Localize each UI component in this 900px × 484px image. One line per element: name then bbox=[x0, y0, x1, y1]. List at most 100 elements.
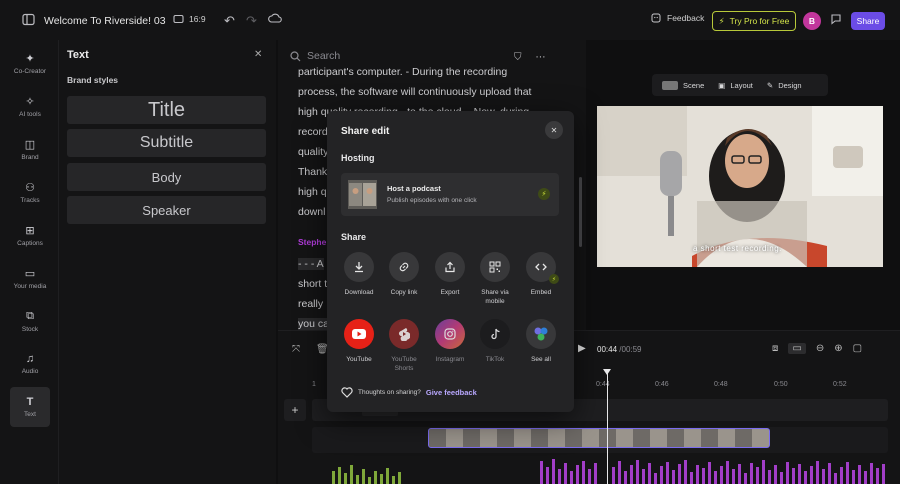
rail-item-captions[interactable]: ⊞ Captions bbox=[10, 215, 50, 255]
tab-design[interactable]: ✎ Design bbox=[767, 81, 802, 90]
rail-item-co-creator[interactable]: ✦ Co-Creator bbox=[10, 43, 50, 83]
undo-icon[interactable]: ↶ bbox=[224, 13, 235, 29]
zoom-out-icon[interactable]: ⊖ bbox=[816, 343, 824, 354]
share-tiktok[interactable]: TikTok bbox=[472, 319, 518, 364]
share-copy-link[interactable]: Copy link bbox=[381, 252, 427, 297]
avatar[interactable]: B bbox=[803, 12, 821, 30]
transcript-line[interactable]: downl bbox=[298, 206, 325, 218]
transcript-line[interactable]: you ca bbox=[298, 318, 329, 330]
style-subtitle-button[interactable]: Subtitle bbox=[67, 129, 266, 157]
ruler-tick: 0:50 bbox=[774, 381, 788, 388]
transcript-line[interactable]: really bbox=[298, 298, 323, 310]
tab-label: Layout bbox=[730, 80, 753, 90]
see-all-icon bbox=[526, 319, 556, 349]
close-icon[interactable]: ✕ bbox=[545, 121, 563, 139]
transcript-line[interactable]: short t bbox=[298, 278, 327, 290]
caption-overlay: a short test recording. bbox=[693, 244, 782, 253]
play-icon[interactable]: ▶ bbox=[578, 343, 586, 354]
search-input[interactable]: Search bbox=[290, 50, 340, 62]
footer-text: Thoughts on sharing? bbox=[358, 389, 421, 396]
playhead[interactable] bbox=[607, 372, 608, 484]
feedback-icon bbox=[651, 13, 661, 23]
palette-icon: ◫ bbox=[24, 138, 36, 151]
close-icon[interactable]: ✕ bbox=[254, 49, 262, 60]
style-title-button[interactable]: Title bbox=[67, 96, 266, 124]
rail-label: Brand bbox=[21, 153, 39, 161]
rail-item-your-media[interactable]: ▭ Your media bbox=[10, 258, 50, 298]
split-icon[interactable]: ⤧ bbox=[292, 344, 300, 355]
rail-label: Tracks bbox=[20, 196, 40, 204]
layout-icon: ▣ bbox=[718, 80, 726, 90]
share-heading: Share bbox=[341, 232, 367, 242]
more-icon[interactable]: ⋯ bbox=[536, 52, 546, 63]
add-track-button[interactable]: + bbox=[284, 399, 306, 421]
rail-item-tracks[interactable]: ⚇ Tracks bbox=[10, 172, 50, 212]
instagram-icon bbox=[435, 319, 465, 349]
comments-icon[interactable] bbox=[830, 13, 842, 25]
people-icon: ⚇ bbox=[25, 181, 35, 194]
rail-item-stock[interactable]: ⧉ Stock bbox=[10, 301, 50, 341]
timecode: 00:44 /00:59 bbox=[597, 345, 642, 354]
tab-label: Design bbox=[778, 80, 802, 90]
share-embed[interactable]: ⚡ Embed bbox=[518, 252, 564, 297]
download-icon bbox=[344, 252, 374, 282]
video-preview[interactable]: a short test recording. bbox=[597, 106, 883, 267]
share-instagram[interactable]: Instagram bbox=[427, 319, 473, 364]
export-icon bbox=[435, 252, 465, 282]
sidebar-toggle-icon[interactable] bbox=[22, 13, 35, 26]
transcript-line[interactable]: Thank bbox=[298, 166, 327, 178]
ruler-tick: 0:46 bbox=[655, 381, 669, 388]
share-label: Embed bbox=[530, 289, 552, 296]
host-subtitle: Publish episodes with one click bbox=[387, 197, 477, 204]
share-button[interactable]: Share bbox=[851, 12, 885, 30]
layers-icon[interactable]: ⧈ bbox=[772, 343, 778, 354]
rail-item-ai-tools[interactable]: ✧ AI tools bbox=[10, 86, 50, 126]
transcript-line[interactable]: quality bbox=[298, 146, 328, 158]
rail-item-audio[interactable]: ♫ Audio bbox=[10, 344, 50, 384]
modal-title: Share edit bbox=[341, 126, 390, 137]
share-youtube[interactable]: YouTube bbox=[336, 319, 382, 364]
aspect-ratio-label: 16:9 bbox=[189, 14, 206, 24]
share-modal: Share edit ✕ Hosting Host a podcast Publ… bbox=[327, 111, 574, 412]
feedback-button[interactable]: Feedback bbox=[651, 13, 704, 23]
redo-icon[interactable]: ↷ bbox=[246, 13, 257, 29]
try-pro-button[interactable]: ⚡ Try Pro for Free bbox=[712, 11, 796, 31]
cloud-save-icon[interactable] bbox=[268, 12, 282, 24]
video-track[interactable] bbox=[312, 427, 888, 453]
share-see-all[interactable]: See all bbox=[518, 319, 564, 364]
music-icon: ♫ bbox=[25, 353, 35, 365]
transcript-line[interactable]: process, the software will continuously … bbox=[298, 86, 531, 98]
transcript-line[interactable]: - - - A bbox=[298, 258, 324, 270]
audio-track[interactable] bbox=[312, 457, 888, 484]
transcript-line[interactable]: high q bbox=[298, 186, 327, 198]
share-via-mobile[interactable]: Share via mobile bbox=[472, 252, 518, 306]
style-speaker-button[interactable]: Speaker bbox=[67, 196, 266, 224]
share-label: Instagram bbox=[435, 356, 465, 363]
zoom-in-icon[interactable]: ⊕ bbox=[834, 343, 842, 354]
filter-icon[interactable]: ⛉ bbox=[514, 52, 522, 63]
captions-toggle-icon[interactable]: ▢ bbox=[853, 343, 862, 354]
share-download[interactable]: Download bbox=[336, 252, 382, 297]
aspect-ratio-button[interactable]: 16:9 bbox=[173, 14, 206, 24]
tab-layout[interactable]: ▣ Layout bbox=[718, 81, 753, 90]
rail-item-brand[interactable]: ◫ Brand bbox=[10, 129, 50, 169]
rail-label: Your media bbox=[13, 282, 47, 290]
tab-scene[interactable]: Scene bbox=[662, 80, 704, 90]
text-icon: T bbox=[26, 396, 34, 408]
transcript-scrollbar[interactable] bbox=[579, 177, 582, 247]
speaker-name[interactable]: Stephe bbox=[298, 237, 326, 247]
share-youtube-shorts[interactable]: YouTube Shorts bbox=[381, 319, 427, 373]
search-icon bbox=[290, 50, 301, 61]
share-label: Download bbox=[344, 289, 374, 296]
video-clip[interactable] bbox=[428, 428, 770, 448]
rail-item-text[interactable]: T Text bbox=[10, 387, 50, 427]
fit-icon[interactable]: ▭ bbox=[788, 343, 806, 354]
host-podcast-card[interactable]: Host a podcast Publish episodes with one… bbox=[341, 173, 559, 216]
share-export[interactable]: Export bbox=[427, 252, 473, 297]
style-body-button[interactable]: Body bbox=[67, 163, 266, 191]
project-title[interactable]: Welcome To Riverside! 03 bbox=[44, 15, 166, 27]
transcript-line[interactable]: participant's computer. - During the rec… bbox=[298, 66, 507, 78]
give-feedback-link[interactable]: Give feedback bbox=[426, 388, 477, 397]
podcast-thumbnail bbox=[348, 180, 377, 209]
feedback-label: Feedback bbox=[667, 13, 705, 23]
